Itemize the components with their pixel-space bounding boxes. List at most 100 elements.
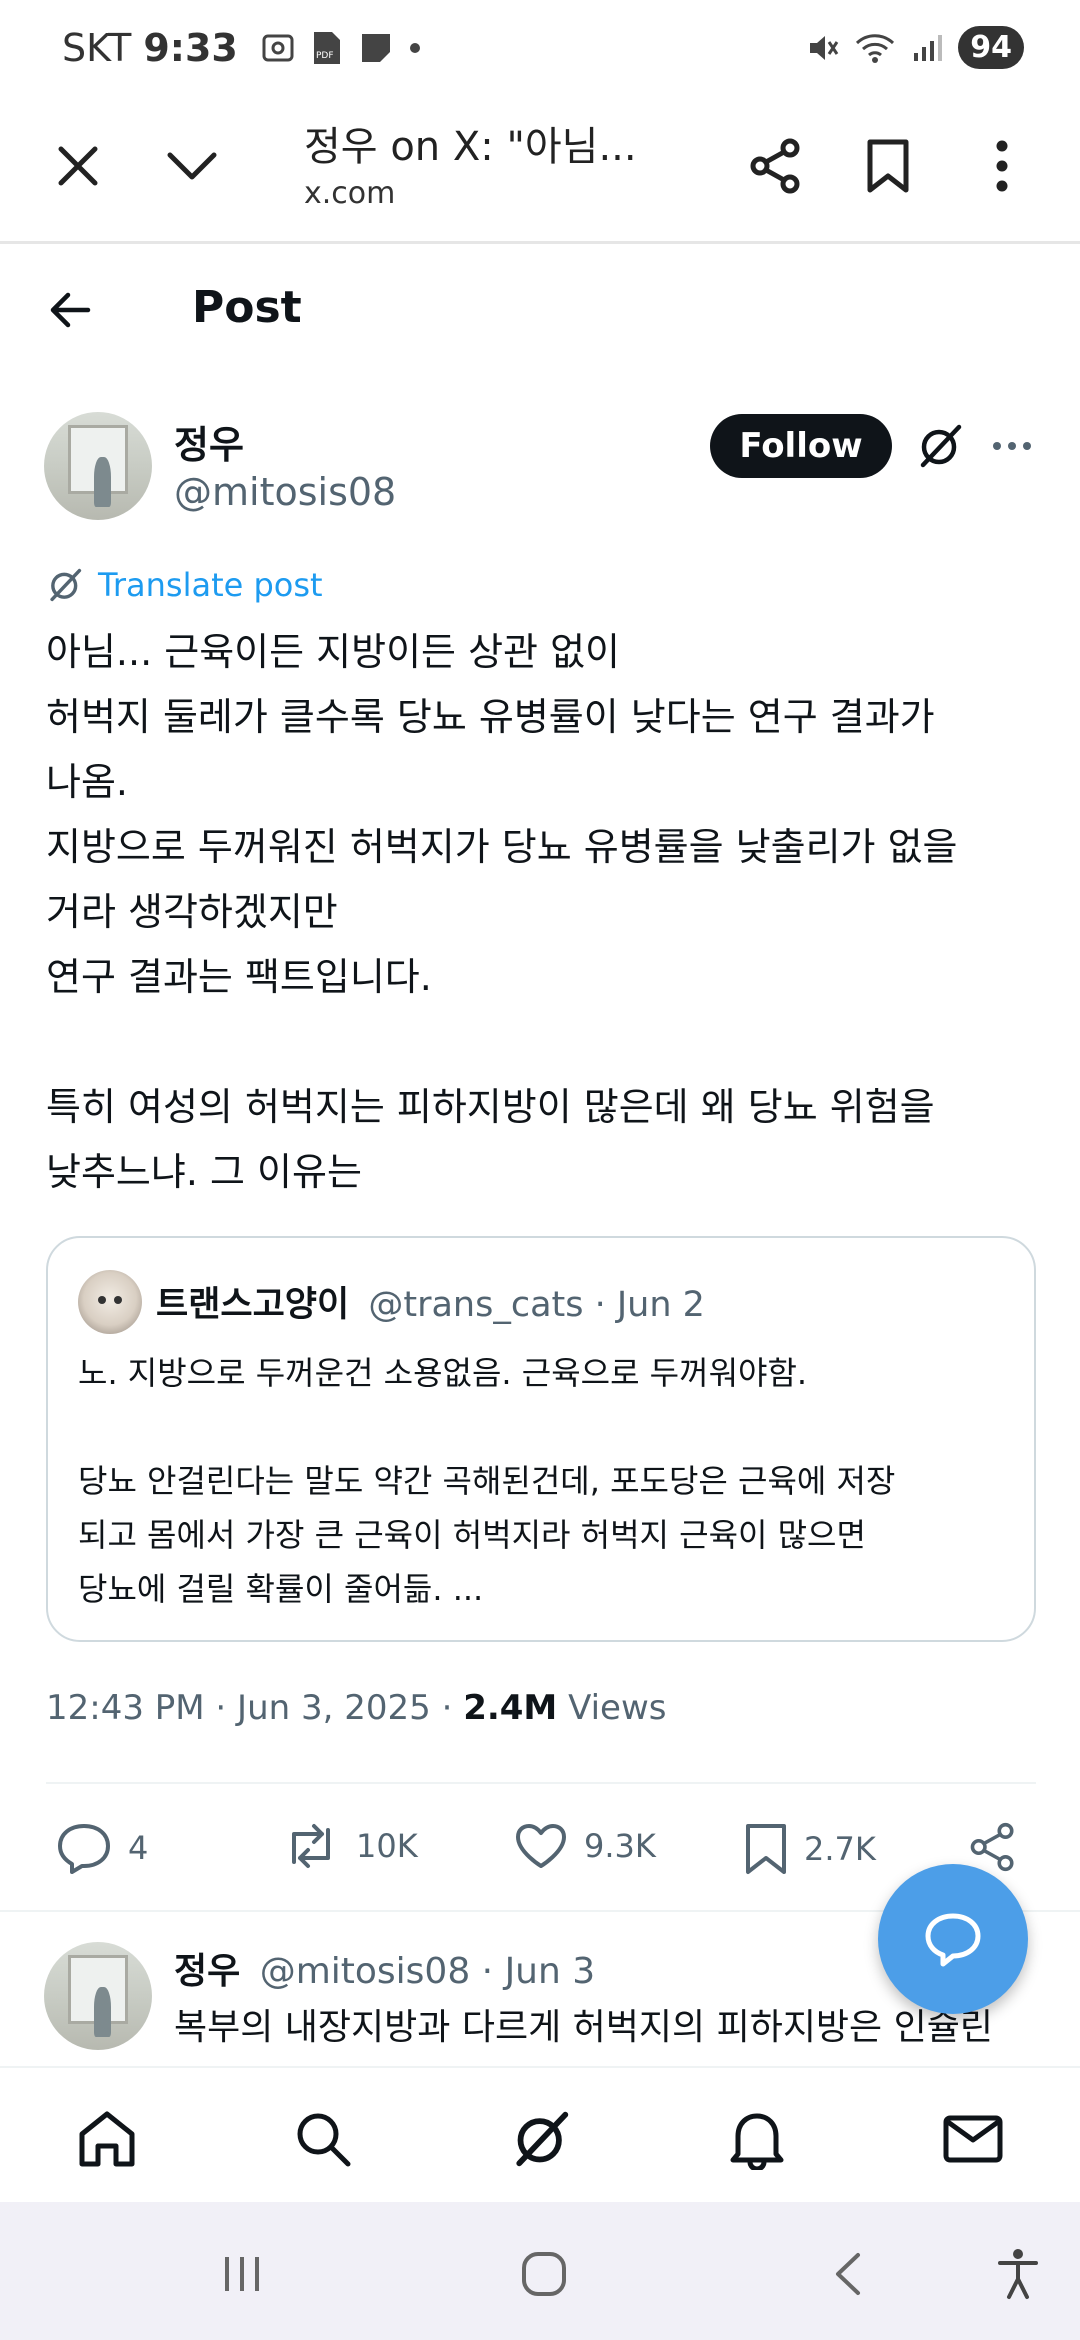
share-page-button[interactable] <box>744 134 808 198</box>
quote-text: 노. 지방으로 두꺼운건 소용없음. 근육으로 두꺼워야함. 당뇨 안걸린다는 … <box>78 1346 1018 1616</box>
back-chevron-icon <box>836 2253 860 2295</box>
close-icon <box>58 146 98 186</box>
quoted-post-card[interactable]: 트랜스고양이 @trans_cats · Jun 2 노. 지방으로 두꺼운건 … <box>46 1236 1036 1642</box>
bookmark-page-button[interactable] <box>856 134 920 198</box>
bell-icon <box>730 2113 784 2170</box>
mail-icon <box>943 2115 1003 2163</box>
more-vertical-icon <box>996 140 1008 192</box>
share-post-button[interactable] <box>968 1822 1034 1872</box>
share-icon <box>970 1822 1014 1872</box>
bookmark-count: 2.7K <box>804 1830 876 1868</box>
screenshot-icon <box>262 34 294 62</box>
post-line: 허벅지 둘레가 클수록 당뇨 유병률이 낮다는 연구 결과가 <box>46 695 935 739</box>
reply-handle-date: @mitosis08 · Jun 3 <box>259 1951 596 1992</box>
system-nav-bar <box>0 2202 1080 2340</box>
repost-count: 10K <box>356 1827 418 1865</box>
home-system-button[interactable] <box>514 2244 574 2304</box>
mute-icon <box>810 35 839 60</box>
post-line: 낮추느냐. 그 이유는 <box>46 1150 362 1194</box>
bookmark-button[interactable]: 2.7K <box>744 1822 876 1876</box>
post-line: 특히 여성의 허벅지는 피하지방이 많은데 왜 당뇨 위험을 <box>46 1085 935 1129</box>
quote-line: 당뇨 안걸린다는 말도 약간 곡해된건데, 포도당은 근육에 저장 <box>78 1462 896 1500</box>
status-bar: SKT 9:33 PDF 94 <box>0 0 1080 96</box>
nav-search[interactable] <box>288 2104 358 2174</box>
page-title: 정우 on X: "아님... <box>304 124 637 170</box>
signal-icon <box>914 34 943 61</box>
browser-toolbar: 정우 on X: "아님... x.com <box>0 96 1080 244</box>
chat-bubble-icon <box>925 1913 981 1967</box>
repost-button[interactable]: 10K <box>282 1822 418 1870</box>
author-handle[interactable]: @mitosis08 <box>174 470 396 514</box>
recent-apps-button[interactable] <box>212 2244 272 2304</box>
close-tab-button[interactable] <box>46 134 110 198</box>
avatar-figure <box>93 457 111 508</box>
post-line: 연구 결과는 팩트입니다. <box>46 955 432 999</box>
translate-post-link[interactable]: Translate post <box>46 566 323 604</box>
post-more-button[interactable] <box>984 418 1040 474</box>
quote-handle-date: @trans_cats · Jun 2 <box>368 1285 705 1325</box>
post-header: Post <box>0 250 1080 370</box>
post-metadata: 12:43 PM · Jun 3, 2025 · 2.4M Views <box>46 1688 666 1728</box>
battery-indicator: 94 <box>958 26 1024 69</box>
notification-icons: PDF <box>260 30 436 66</box>
reply-icon <box>58 1824 110 1874</box>
quote-avatar[interactable] <box>78 1270 142 1334</box>
repost-icon <box>292 1824 330 1868</box>
reply-avatar[interactable] <box>44 1942 152 2050</box>
carrier-label: SKT <box>62 26 132 70</box>
back-system-button[interactable] <box>818 2244 878 2304</box>
post-line: 아님... 근육이든 지방이든 상관 없이 <box>46 630 620 674</box>
quote-line: 당뇨에 걸릴 확률이 줄어듦. ... <box>78 1570 484 1608</box>
back-button[interactable] <box>40 280 100 340</box>
reply-text: 복부의 내장지방과 다르게 허벅지의 피하지방은 인슐린 <box>174 2007 993 2048</box>
like-button[interactable]: 9.3K <box>514 1822 656 1870</box>
grok-button[interactable] <box>912 418 968 474</box>
share-icon <box>750 138 800 194</box>
grok-chat-fab[interactable] <box>878 1864 1028 2014</box>
minimize-button[interactable] <box>160 134 224 198</box>
nav-notifications[interactable] <box>722 2104 792 2174</box>
reply-count: 4 <box>128 1829 149 1867</box>
status-left: SKT 9:33 PDF <box>62 26 436 70</box>
nav-messages[interactable] <box>938 2104 1008 2174</box>
reply-button[interactable]: 4 <box>56 1822 148 1874</box>
pdf-icon: PDF <box>313 32 340 64</box>
like-count: 9.3K <box>584 1827 656 1865</box>
browser-menu-button[interactable] <box>970 134 1034 198</box>
views-count: 2.4M <box>463 1688 558 1728</box>
grok-icon <box>50 568 82 602</box>
accessibility-icon <box>998 2249 1038 2299</box>
post-line: 나옴. <box>46 760 128 804</box>
avatar-figure <box>93 1987 111 2038</box>
accessibility-button[interactable] <box>988 2244 1048 2304</box>
post-timestamp[interactable]: 12:43 PM · Jun 3, 2025 · <box>46 1688 463 1728</box>
author-avatar[interactable] <box>44 412 152 520</box>
quote-author-name[interactable]: 트랜스고양이 <box>156 1285 349 1325</box>
nav-grok[interactable] <box>506 2104 576 2174</box>
post-line: 거라 생각하겠지만 <box>46 890 338 934</box>
page-heading: Post <box>192 282 302 333</box>
translate-label: Translate post <box>98 566 323 604</box>
reply-author-name[interactable]: 정우 <box>174 1951 240 1992</box>
follow-button[interactable]: Follow <box>710 414 892 478</box>
quote-line: 되고 몸에서 가장 큰 근육이 허벅지라 허벅지 근육이 많으면 <box>78 1516 866 1554</box>
reply-header: 정우 @mitosis08 · Jun 3 <box>174 1942 595 1994</box>
chevron-down-icon <box>167 152 217 180</box>
page-url[interactable]: x.com <box>304 176 395 211</box>
recents-icon <box>225 2257 259 2291</box>
bookmark-icon <box>746 1824 786 1874</box>
post-line <box>46 1010 1046 1075</box>
status-right: 94 <box>806 26 1024 69</box>
avatar-eye <box>114 1296 122 1304</box>
note-icon <box>361 34 390 62</box>
quote-line: 노. 지방으로 두꺼운건 소용없음. 근육으로 두꺼워야함. <box>78 1354 808 1392</box>
bookmark-icon <box>867 139 909 193</box>
search-icon <box>297 2113 351 2167</box>
grok-icon <box>920 424 962 468</box>
svg-text:PDF: PDF <box>316 51 334 61</box>
views-label: Views <box>557 1688 667 1728</box>
clock: 9:33 <box>143 26 238 70</box>
home-icon <box>79 2111 135 2167</box>
nav-home[interactable] <box>72 2104 142 2174</box>
author-name[interactable]: 정우 <box>174 414 244 469</box>
